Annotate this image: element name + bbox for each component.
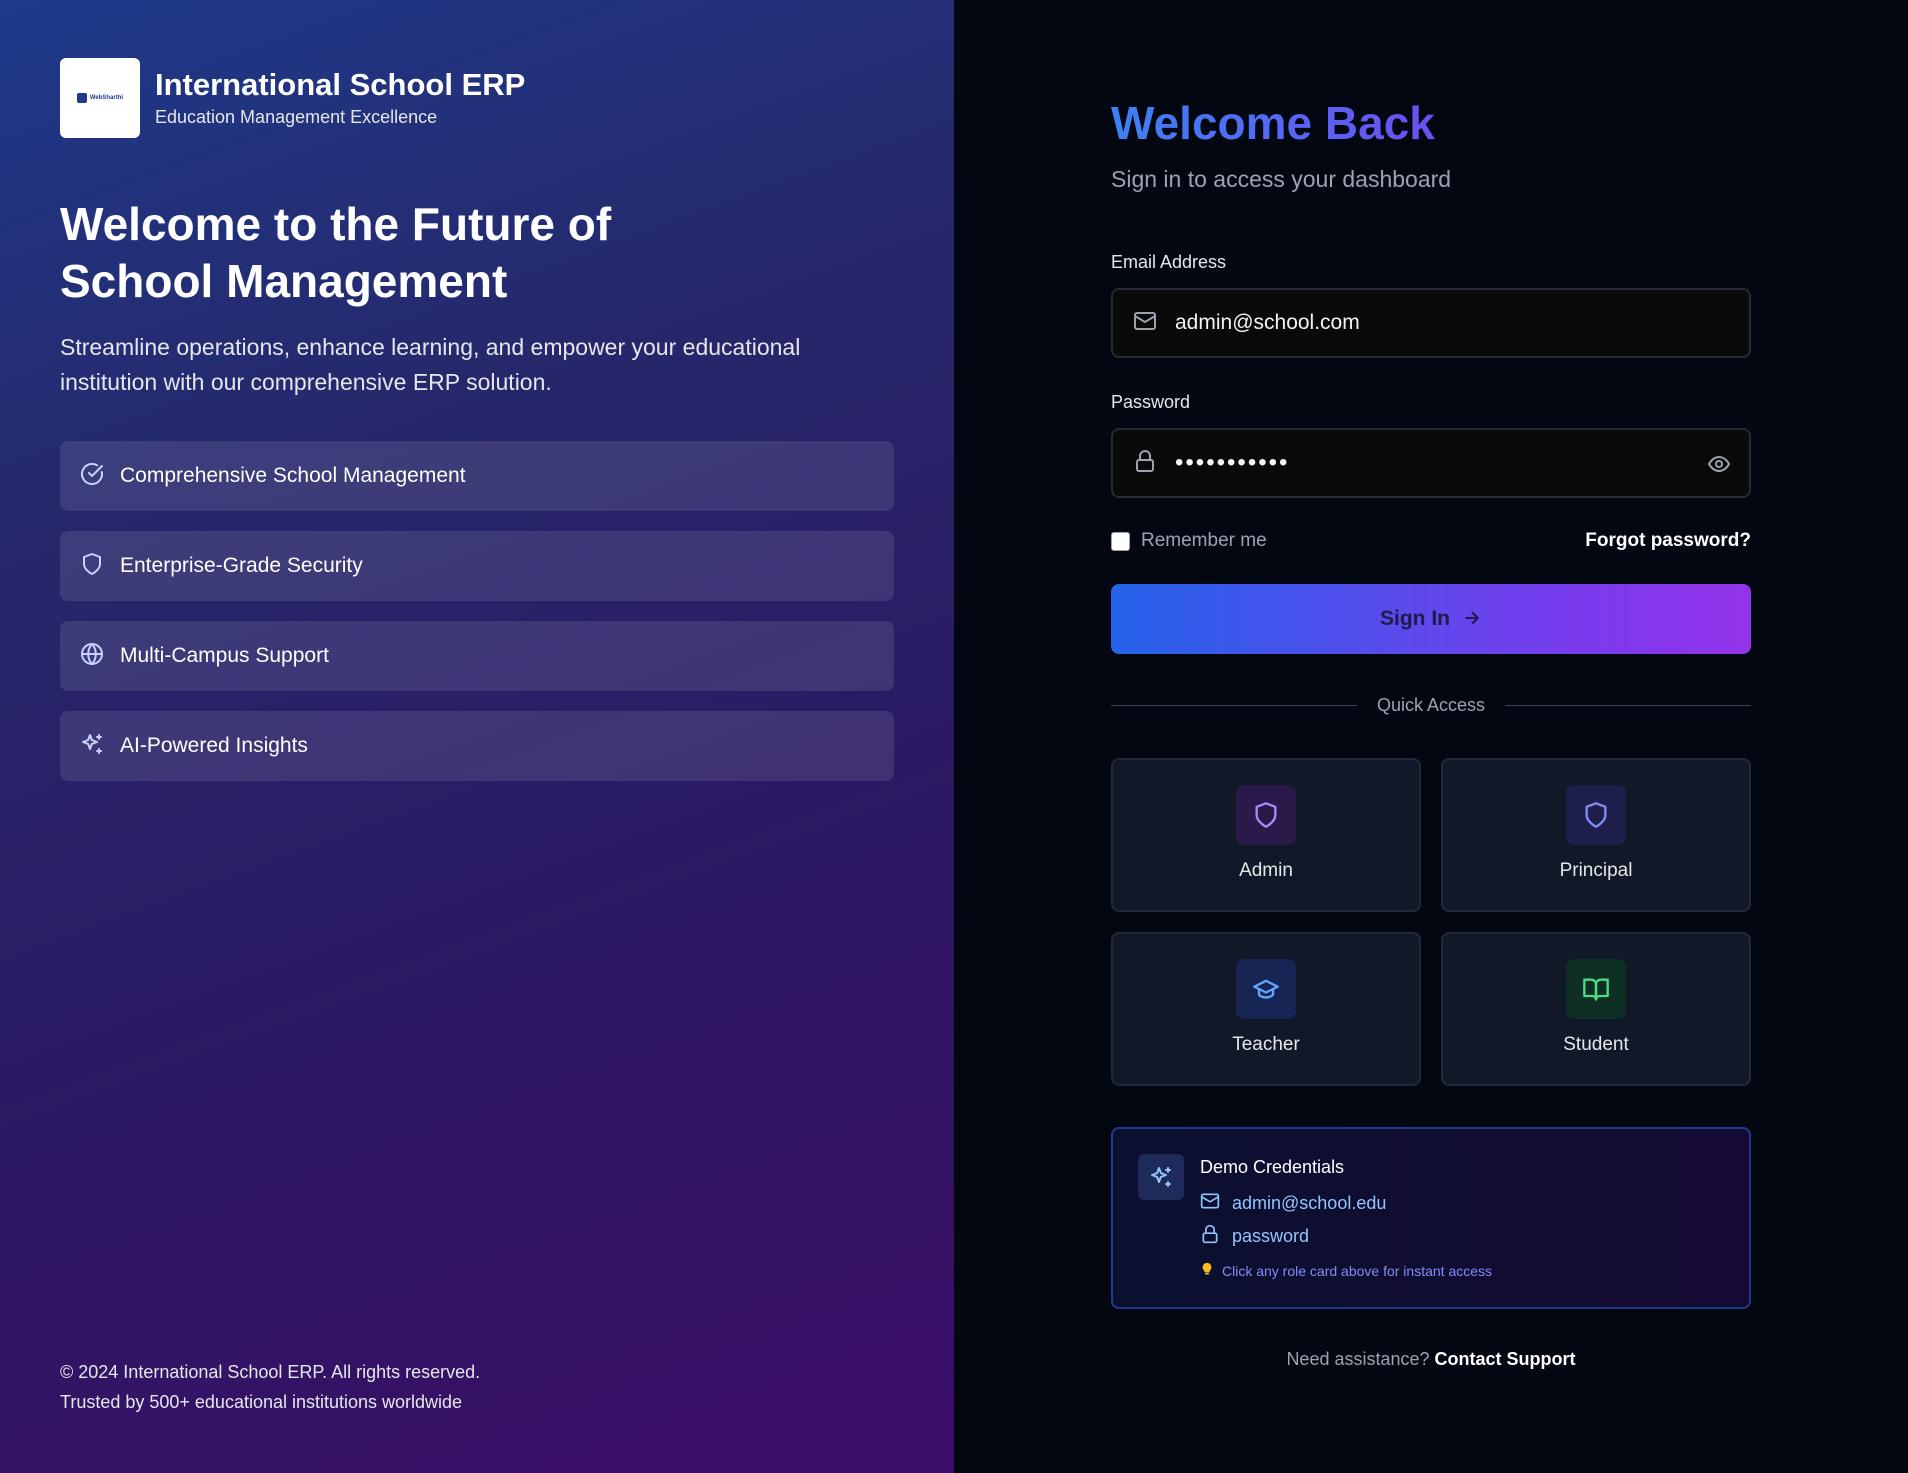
demo-password-row: password [1200,1224,1309,1249]
footer: © 2024 International School ERP. All rig… [60,1357,480,1417]
arrow-right-icon [1462,608,1482,631]
footer-copyright: © 2024 International School ERP. All rig… [60,1362,481,1382]
email-field[interactable]: admin@school.com [1111,288,1751,358]
check-circle-icon [80,462,104,491]
mail-icon [1133,309,1157,338]
feature-label: Enterprise-Grade Security [120,554,363,577]
demo-credentials-card: Demo Credentials admin@school.edu passwo… [1111,1127,1751,1309]
role-card-admin[interactable]: Admin [1111,758,1421,912]
role-label: Admin [1239,860,1293,881]
password-label: Password [1111,392,1191,412]
role-grid: Admin Principal Teacher Student [1111,758,1751,1086]
brand-header: WebSharthi International School ERP Educ… [60,58,525,138]
graduation-cap-icon [1236,959,1296,1019]
demo-hint-text: Click any role card above for instant ac… [1222,1262,1493,1279]
sign-in-button[interactable]: Sign In [1111,584,1751,654]
role-card-teacher[interactable]: Teacher [1111,932,1421,1086]
mail-icon [1200,1191,1220,1216]
role-label: Student [1563,1034,1629,1055]
role-card-student[interactable]: Student [1441,932,1751,1086]
hero-title: Welcome to the Future of School Manageme… [60,196,760,310]
shield-icon [1236,785,1296,845]
shield-icon [1566,785,1626,845]
sparkles-icon [1138,1154,1184,1200]
role-label: Teacher [1232,1034,1300,1055]
brand-logo: WebSharthi [60,58,140,138]
lightbulb-icon [1200,1262,1214,1279]
feature-label: Multi-Campus Support [120,644,329,667]
branding-panel: WebSharthi International School ERP Educ… [0,0,954,1473]
brand-title: International School ERP [155,67,526,102]
sign-in-label: Sign In [1380,607,1450,630]
globe-icon [80,642,104,671]
login-panel: Welcome Back Sign in to access your dash… [954,0,1908,1473]
sparkles-icon [80,732,104,761]
lock-icon [1133,449,1157,478]
feature-item: Comprehensive School Management [60,441,894,511]
email-value[interactable]: admin@school.com [1175,311,1360,335]
hero-title-line2: School Management [60,255,508,307]
feature-item: Multi-Campus Support [60,621,894,691]
password-field[interactable]: ••••••••••• [1111,428,1751,498]
hero-title-line1: Welcome to the Future of [60,198,612,250]
feature-item: AI-Powered Insights [60,711,894,781]
support-text: Need assistance? [1286,1349,1430,1369]
footer-tagline: Trusted by 500+ educational institutions… [60,1392,463,1412]
support-prompt: Need assistance? Contact Support [1111,1349,1751,1370]
role-label: Principal [1559,860,1633,881]
shield-icon [80,552,104,581]
brand-subtitle: Education Management Excellence [155,107,438,127]
password-value[interactable]: ••••••••••• [1175,449,1289,477]
logo-mark-icon [76,93,87,103]
remember-me[interactable]: Remember me [1111,530,1267,552]
feature-list: Comprehensive School Management Enterpri… [60,441,894,801]
logo-text: WebSharthi [89,95,124,101]
email-label: Email Address [1111,252,1227,272]
role-card-principal[interactable]: Principal [1441,758,1751,912]
demo-email: admin@school.edu [1232,1193,1387,1213]
feature-label: AI-Powered Insights [120,734,308,757]
demo-hint: Click any role card above for instant ac… [1200,1262,1492,1279]
demo-title: Demo Credentials [1200,1157,1345,1177]
feature-label: Comprehensive School Management [120,464,466,487]
lock-icon [1200,1224,1220,1249]
demo-password: password [1232,1226,1310,1246]
feature-item: Enterprise-Grade Security [60,531,894,601]
book-open-icon [1566,959,1626,1019]
demo-email-row: admin@school.edu [1200,1191,1386,1216]
quick-access-divider: Quick Access [1111,695,1752,716]
eye-icon[interactable] [1707,452,1731,481]
login-title: Welcome Back [1111,94,1435,152]
contact-support-link[interactable]: Contact Support [1435,1349,1576,1369]
login-subtitle: Sign in to access your dashboard [1111,166,1452,192]
quick-access-label: Quick Access [1376,695,1486,715]
forgot-password-link[interactable]: Forgot password? [1585,530,1751,552]
remember-label: Remember me [1141,530,1267,551]
remember-checkbox[interactable] [1111,531,1130,551]
hero-description: Streamline operations, enhance learning,… [60,334,801,395]
